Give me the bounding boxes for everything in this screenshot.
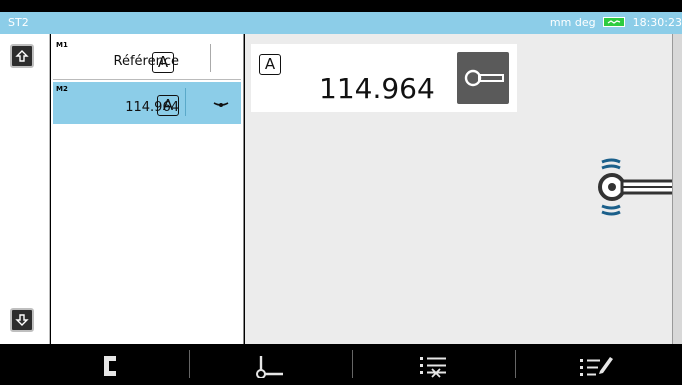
status-bar: ST2 mm deg 18:30:23 (0, 12, 682, 34)
divider (53, 79, 241, 80)
divider (210, 44, 211, 72)
readout-value: 114.964 (319, 72, 435, 105)
item-index: M2 (56, 85, 68, 93)
probe-point-icon (256, 356, 283, 378)
mode-badge: A (157, 95, 179, 116)
screen: ST2 mm deg 18:30:23 M1 Référence A M2 11… (0, 0, 682, 385)
bracket-button[interactable] (30, 348, 190, 384)
probe-icon (464, 69, 504, 87)
probe-point-button[interactable] (190, 348, 350, 384)
scroll-up-button[interactable] (10, 44, 34, 68)
list-delete-icon (420, 357, 446, 378)
readout-panel: A 114.964 (251, 44, 517, 112)
app-title: ST2 (8, 16, 29, 29)
scroll-column (0, 34, 50, 344)
list-edit-button[interactable] (516, 348, 676, 384)
item-index: M1 (56, 41, 68, 49)
list-item-selected[interactable]: M2 114.964 A (53, 82, 241, 124)
clock: 18:30:23 (632, 16, 682, 29)
main-view: A 114.964 (245, 34, 674, 344)
readout-mode-badge: A (259, 54, 281, 75)
units-label: mm deg (549, 16, 596, 29)
list-edit-icon (580, 357, 613, 376)
sensor-icon[interactable] (213, 96, 229, 115)
list-item[interactable]: M1 Référence A (53, 38, 241, 80)
scroll-up-icon (15, 50, 29, 62)
right-scrollbar[interactable] (672, 34, 682, 344)
scroll-down-icon (15, 314, 29, 326)
probe-button[interactable] (457, 52, 509, 104)
probe-icon (598, 158, 674, 216)
bracket-icon (104, 356, 116, 376)
divider (185, 88, 186, 116)
scroll-down-button[interactable] (10, 308, 34, 332)
status-area: mm deg 18:30:23 (550, 16, 682, 29)
measurement-list: M1 Référence A M2 114.964 A (51, 34, 244, 344)
toolbar (0, 344, 682, 385)
mode-badge: A (152, 52, 174, 73)
battery-icon (603, 17, 626, 27)
list-delete-button[interactable] (353, 348, 513, 384)
